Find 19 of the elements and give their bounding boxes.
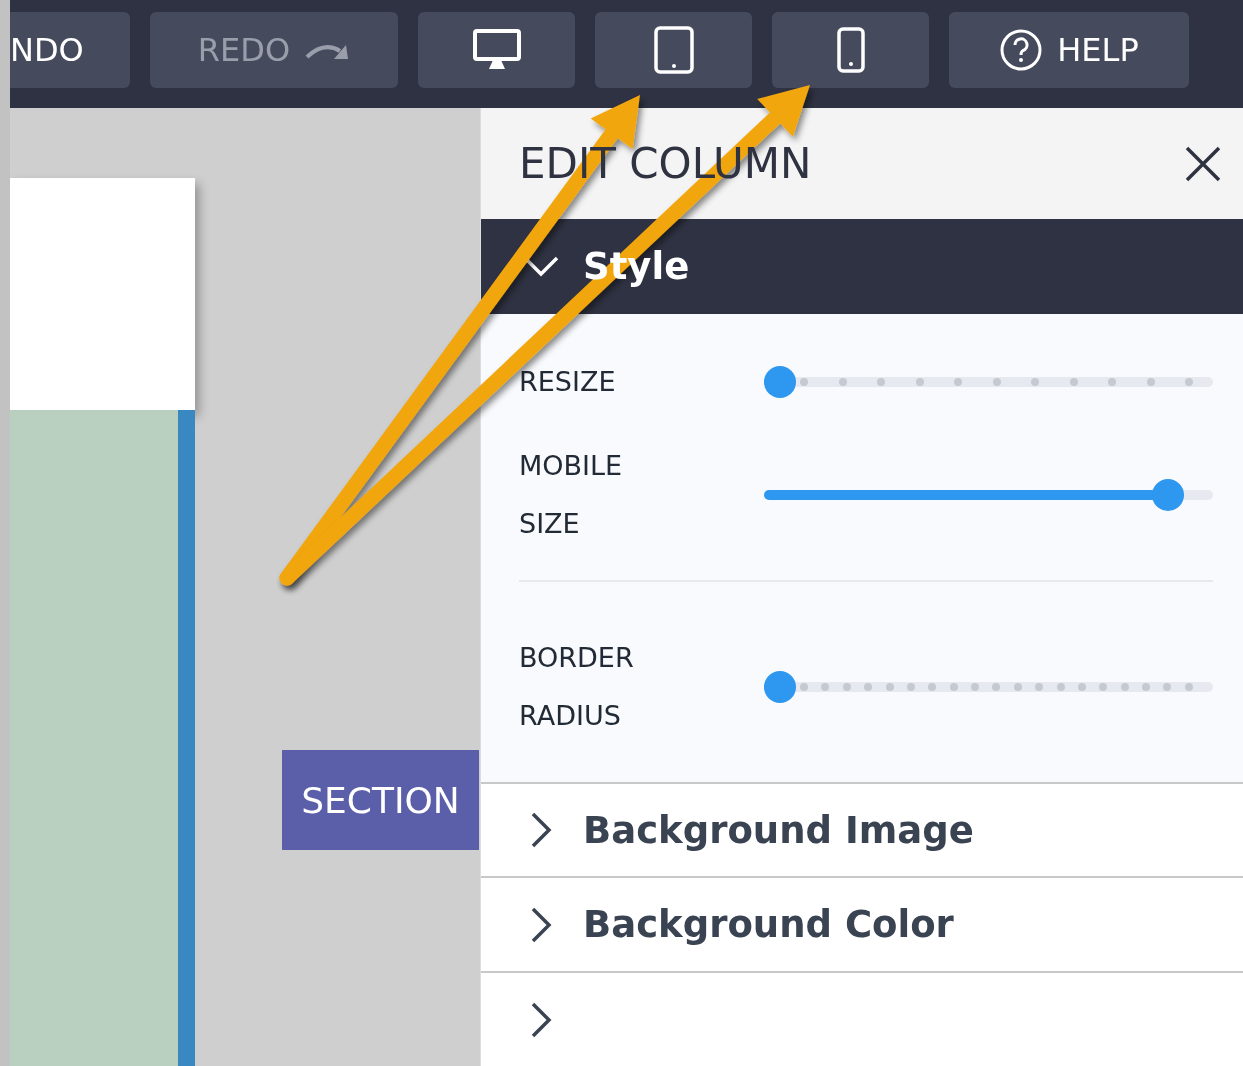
slider[interactable] <box>764 365 1213 398</box>
slider-thumb[interactable] <box>764 670 796 703</box>
help-button[interactable]: HELP <box>949 12 1189 88</box>
phone-icon <box>836 27 865 73</box>
slider-thumb[interactable] <box>1151 478 1184 511</box>
slider[interactable] <box>764 670 1213 703</box>
phone-view-button[interactable] <box>772 12 929 88</box>
section-label[interactable]: SECTION <box>282 750 479 850</box>
slider-thumb[interactable] <box>764 365 796 398</box>
tablet-icon <box>653 26 694 74</box>
desktop-view-button[interactable] <box>418 12 575 88</box>
tablet-view-button[interactable] <box>595 12 752 88</box>
slider[interactable] <box>764 478 1213 511</box>
setting-label: RESIZE <box>519 364 617 399</box>
undo-button[interactable]: NDO <box>10 12 130 88</box>
desktop-icon <box>472 29 521 71</box>
help-icon <box>999 28 1044 72</box>
setting-label: BORDER RADIUS <box>519 640 635 733</box>
setting-label: MOBILE SIZE <box>519 448 624 541</box>
